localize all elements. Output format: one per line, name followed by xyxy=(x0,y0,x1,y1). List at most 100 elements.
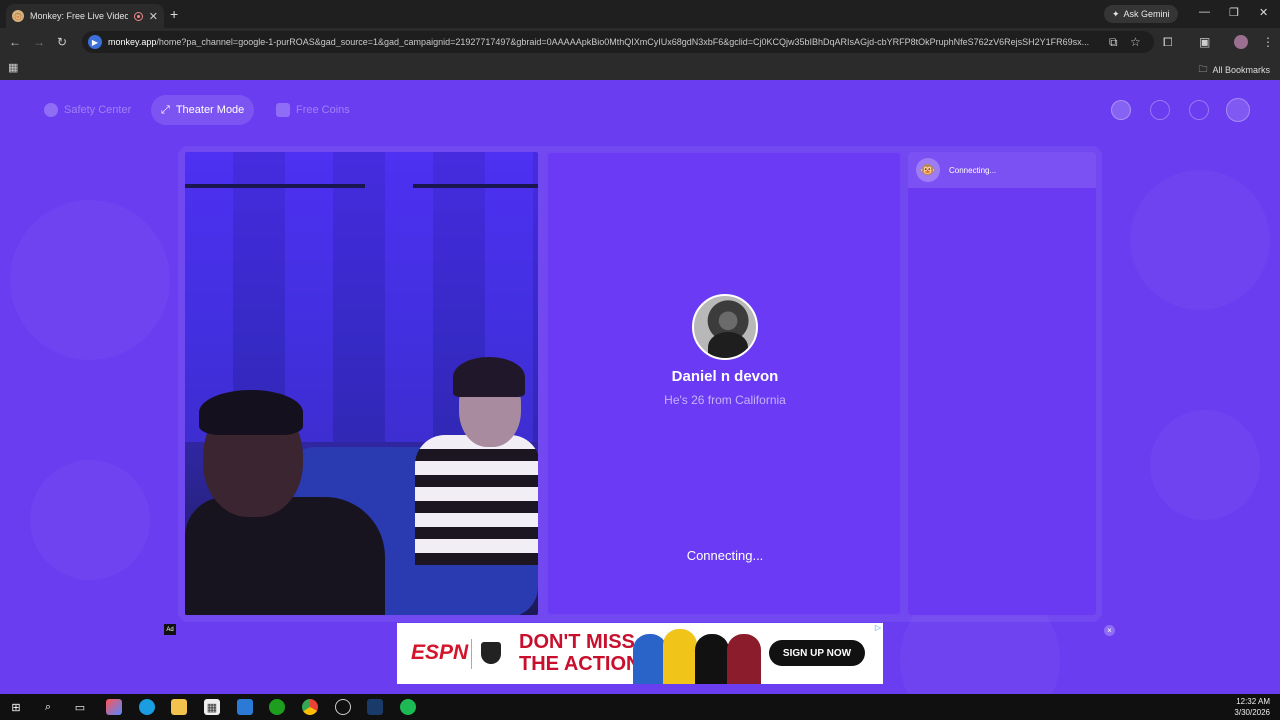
user-avatar[interactable] xyxy=(1226,98,1250,122)
ad-label: Ad xyxy=(164,624,176,635)
theater-mode-button[interactable]: ⤢ Theater Mode xyxy=(151,95,255,125)
mail-icon[interactable] xyxy=(237,699,253,715)
person-2-body xyxy=(415,435,538,565)
chat-bubble-icon[interactable] xyxy=(1189,100,1209,120)
match-connecting-status: Connecting... xyxy=(686,548,764,563)
profile-avatar[interactable] xyxy=(1234,35,1248,49)
browser-toolbar: ← → ↻ ▶ monkey.app/home?pa_channel=googl… xyxy=(0,28,1280,56)
chrome-icon[interactable] xyxy=(302,699,318,715)
apps-grid-icon[interactable]: ▦ xyxy=(8,61,18,74)
url-host: monkey.app xyxy=(108,37,157,47)
extensions-icon[interactable]: ⧠ xyxy=(1163,35,1173,49)
background-blob xyxy=(30,460,150,580)
player-figure xyxy=(633,634,667,684)
xbox-icon[interactable] xyxy=(269,699,285,715)
all-bookmarks-button[interactable]: 🗀 All Bookmarks xyxy=(1198,62,1270,78)
windows-start-icon[interactable]: ⊞ xyxy=(8,699,24,715)
safety-center-button[interactable]: Safety Center xyxy=(34,95,141,125)
ask-gemini-label: Ask Gemini xyxy=(1123,9,1170,19)
folder-icon: 🗀 xyxy=(1198,64,1208,74)
gift-icon xyxy=(276,103,290,117)
player-figure xyxy=(663,629,697,684)
monkey-favicon-icon: 🐵 xyxy=(12,10,24,22)
free-coins-button[interactable]: Free Coins xyxy=(266,95,360,125)
free-coins-label: Free Coins xyxy=(296,104,350,116)
install-app-icon[interactable]: ⧉ xyxy=(1109,35,1118,49)
taskbar-clock[interactable]: 12:32 AM 3/30/2026 xyxy=(1234,696,1270,718)
forward-icon[interactable]: → xyxy=(33,35,45,49)
ad-divider xyxy=(471,639,472,669)
browser-tab-strip: 🐵 Monkey: Free Live Video Ch ✕ + ✦ Ask G… xyxy=(0,0,1280,28)
spotify-icon[interactable] xyxy=(400,699,416,715)
match-description: He's 26 from California xyxy=(664,393,786,407)
person-1-hair xyxy=(199,390,303,435)
window-close-icon[interactable]: ✕ xyxy=(1259,6,1268,19)
curtain-rod xyxy=(413,184,538,188)
browser-tab[interactable]: 🐵 Monkey: Free Live Video Ch ✕ xyxy=(6,4,164,28)
sign-up-button[interactable]: SIGN UP NOW xyxy=(769,640,865,666)
safety-center-label: Safety Center xyxy=(64,104,132,116)
url-path: /home?pa_channel=google-1-purROAS&gad_so… xyxy=(156,37,1090,47)
restore-icon[interactable]: ❐ xyxy=(1229,6,1239,19)
clock-time: 12:32 AM xyxy=(1236,697,1270,706)
background-blob xyxy=(10,200,170,360)
gemini-sparkle-icon: ✦ xyxy=(1112,8,1120,19)
chat-status: Connecting... xyxy=(949,165,997,175)
background-blob xyxy=(1150,410,1260,520)
back-icon[interactable]: ← xyxy=(9,35,21,49)
menu-icon[interactable]: ⋮ xyxy=(1262,35,1274,49)
search-icon[interactable]: ⌕ xyxy=(40,699,56,715)
espn-logo: ESPN xyxy=(411,641,469,664)
task-view-icon[interactable]: ▭ xyxy=(72,699,88,715)
expand-icon: ⤢ xyxy=(161,103,170,116)
ad-headline-line-2: THE ACTION xyxy=(519,653,641,675)
windows-taskbar: ⊞ ⌕ ▭ ▦ 12:32 AM 3/30/2026 xyxy=(0,694,1280,720)
sidepanel-icon[interactable]: ▣ xyxy=(1199,35,1210,49)
shield-icon xyxy=(44,103,58,117)
close-tab-icon[interactable]: ✕ xyxy=(149,10,158,23)
match-name: Daniel n devon xyxy=(671,368,779,385)
store-icon[interactable]: ▦ xyxy=(204,699,220,715)
match-panel: Daniel n devon He's 26 from California C… xyxy=(547,152,901,615)
site-info-icon[interactable]: ▶ xyxy=(88,35,102,49)
monkey-icon: 🐵 xyxy=(916,158,940,182)
ad-headline: DON'T MISS THE ACTION xyxy=(519,631,640,675)
file-explorer-icon[interactable] xyxy=(171,699,187,715)
background-blob xyxy=(1130,170,1270,310)
minimize-icon[interactable]: — xyxy=(1199,6,1210,18)
self-camera-view xyxy=(185,152,538,615)
tab-title: Monkey: Free Live Video Ch xyxy=(30,11,128,21)
theater-mode-label: Theater Mode xyxy=(175,104,245,116)
person-2-hat xyxy=(453,357,525,397)
monkey-page: Safety Center ⤢ Theater Mode Free Coins … xyxy=(0,80,1280,694)
ask-gemini-button[interactable]: ✦ Ask Gemini xyxy=(1104,5,1178,23)
nhl-logo-icon xyxy=(481,642,501,664)
player-figure xyxy=(727,634,761,684)
all-bookmarks-label: All Bookmarks xyxy=(1212,65,1270,75)
obs-icon[interactable] xyxy=(335,699,351,715)
coin-icon[interactable] xyxy=(1111,100,1131,120)
address-bar[interactable]: ▶ monkey.app/home?pa_channel=google-1-pu… xyxy=(82,31,1154,53)
copilot-icon[interactable] xyxy=(106,699,122,715)
ad-close-button[interactable]: × xyxy=(1104,625,1115,636)
url-text[interactable]: monkey.app/home?pa_channel=google-1-purR… xyxy=(108,37,1098,47)
ad-info-icon[interactable]: ▷ xyxy=(875,623,881,632)
player-figure xyxy=(695,634,729,684)
ad-headline-line-1: DON'T MISS xyxy=(519,631,635,653)
match-avatar xyxy=(692,294,758,360)
bookmark-star-icon[interactable]: ☆ xyxy=(1130,35,1141,49)
reload-icon[interactable]: ↻ xyxy=(57,35,67,49)
recording-icon xyxy=(133,11,143,21)
new-tab-button[interactable]: + xyxy=(170,6,178,22)
chat-panel: 🐵 Connecting... xyxy=(908,152,1096,615)
ad-players-image xyxy=(633,627,763,684)
curtain-rod xyxy=(185,184,365,188)
espn-ad-banner[interactable]: ▷ ESPN DON'T MISS THE ACTION SIGN UP NOW xyxy=(397,623,883,684)
bookmarks-bar: ▦ 🗀 All Bookmarks xyxy=(0,56,1280,80)
clock-date: 3/30/2026 xyxy=(1234,708,1270,717)
person-1-body xyxy=(185,497,385,615)
history-clock-icon[interactable] xyxy=(1150,100,1170,120)
edge-icon[interactable] xyxy=(139,699,155,715)
steam-icon[interactable] xyxy=(367,699,383,715)
chat-header: 🐵 Connecting... xyxy=(908,152,1096,188)
